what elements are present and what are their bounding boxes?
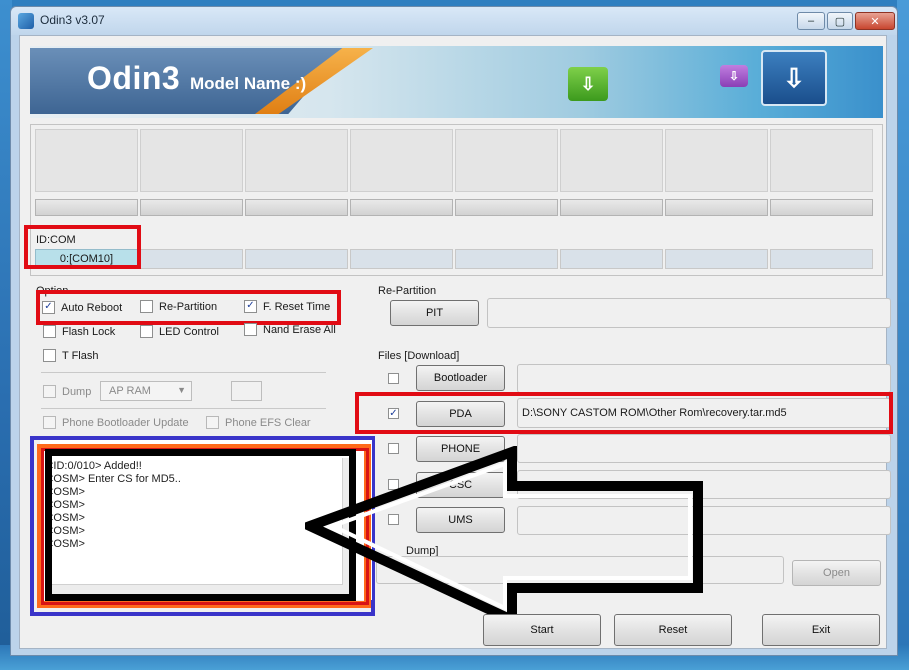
dump-checkbox[interactable]: Dump (43, 385, 91, 398)
re-partition-title: Re-Partition (378, 285, 437, 297)
window-title: Odin3 v3.07 (40, 13, 105, 27)
port-progress-bar (560, 199, 663, 216)
checkbox-box (43, 325, 56, 338)
com-port-slot (455, 249, 558, 269)
port-status-cell (770, 129, 873, 192)
t-flash-label: T Flash (62, 349, 99, 362)
flash-lock-label: Flash Lock (62, 325, 116, 338)
port-progress-bar (770, 199, 873, 216)
phone-efs-clear-label: Phone EFS Clear (225, 416, 311, 429)
files-download-title: Files [Download] (378, 350, 460, 362)
bootloader-path-field[interactable] (517, 364, 891, 393)
title-bar[interactable]: Odin3 v3.07 – ▢ ✕ (11, 7, 897, 35)
port-status-cell (350, 129, 453, 192)
com-port-slot (140, 249, 243, 269)
bootloader-button[interactable]: Bootloader (416, 365, 505, 391)
checkbox-box (206, 416, 219, 429)
port-status-panel: ID:COM 0:[COM10] (24, 124, 883, 276)
port-status-cell (665, 129, 768, 192)
chevron-down-icon: ▼ (177, 385, 186, 395)
maximize-button[interactable]: ▢ (827, 12, 853, 30)
open-button[interactable]: Open (792, 560, 881, 586)
port-progress-bar (665, 199, 768, 216)
divider (41, 408, 326, 409)
flash-lock-checkbox[interactable]: Flash Lock (43, 325, 115, 338)
phone-efs-clear-checkbox[interactable]: Phone EFS Clear (206, 416, 311, 429)
bootloader-checkbox[interactable] (388, 373, 399, 384)
reset-button[interactable]: Reset (614, 614, 732, 646)
com-port-slot (350, 249, 453, 269)
pda-highlight (355, 392, 893, 434)
ap-ram-value: AP RAM (109, 385, 151, 397)
banner: Odin3 Model Name :) ⇩ ⇩ ⇩ (30, 46, 883, 118)
checkbox-box (43, 416, 56, 429)
checkbox-box (43, 385, 56, 398)
app-icon (18, 13, 34, 29)
com-port-slot (560, 249, 663, 269)
led-control-label: LED Control (159, 325, 219, 338)
checkbox-box (43, 349, 56, 362)
led-control-checkbox[interactable]: LED Control (140, 325, 219, 338)
download-icon: ⇩ (568, 67, 608, 101)
port-progress-bar (35, 199, 138, 216)
port-progress-bar (455, 199, 558, 216)
odin-window: Odin3 v3.07 – ▢ ✕ Odin3 Model Name :) ⇩ … (10, 6, 898, 656)
client-area: Odin3 Model Name :) ⇩ ⇩ ⇩ ID:COM 0:[COM1… (19, 35, 893, 649)
pit-path-field[interactable] (487, 298, 891, 328)
t-flash-checkbox[interactable]: T Flash (43, 349, 98, 362)
close-button[interactable]: ✕ (855, 12, 895, 30)
port-status-cell (560, 129, 663, 192)
port-status-cell (140, 129, 243, 192)
nand-erase-all-label: Nand Erase All (263, 323, 336, 336)
dump-size-field[interactable] (231, 381, 262, 401)
port-status-cell (455, 129, 558, 192)
port-status-cell (245, 129, 348, 192)
banner-title: Odin3 (87, 60, 181, 96)
options-highlight (36, 290, 341, 325)
checkbox-box (244, 323, 257, 336)
start-button[interactable]: Start (483, 614, 601, 646)
annotation-arrow (305, 446, 703, 626)
port-progress-bar (350, 199, 453, 216)
divider (41, 372, 326, 373)
phone-bootloader-update-label: Phone Bootloader Update (62, 416, 189, 429)
id-com-highlight (24, 225, 141, 269)
checkbox-box (140, 325, 153, 338)
port-progress-bar (245, 199, 348, 216)
download-icon: ⇩ (761, 50, 827, 106)
desktop-background-right (897, 0, 909, 670)
port-status-cell (35, 129, 138, 192)
pit-button[interactable]: PIT (390, 300, 479, 326)
com-port-slot (665, 249, 768, 269)
dump-label: Dump (62, 385, 92, 398)
banner-subtitle: Model Name :) (190, 74, 307, 93)
phone-bootloader-update-checkbox[interactable]: Phone Bootloader Update (43, 416, 189, 429)
nand-erase-all-checkbox[interactable]: Nand Erase All (244, 323, 336, 336)
port-progress-bar (140, 199, 243, 216)
download-icon: ⇩ (720, 65, 748, 87)
com-port-slot (770, 249, 873, 269)
com-port-slot (245, 249, 348, 269)
minimize-button[interactable]: – (797, 12, 825, 30)
exit-button[interactable]: Exit (762, 614, 880, 646)
ap-ram-select[interactable]: AP RAM ▼ (100, 381, 192, 401)
